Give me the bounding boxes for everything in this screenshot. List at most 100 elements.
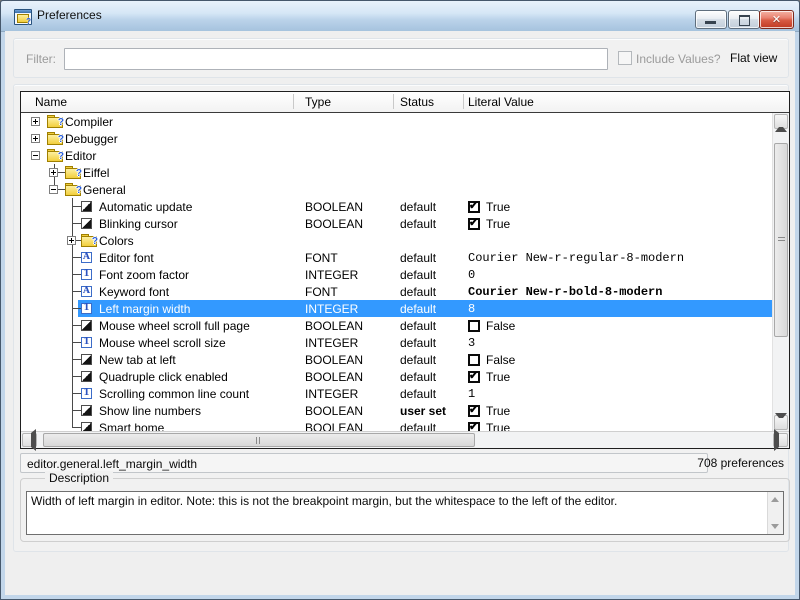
preference-type: BOOLEAN	[305, 217, 363, 231]
vertical-scrollbar[interactable]	[772, 113, 789, 431]
column-divider[interactable]	[463, 94, 464, 109]
tree-connector-line	[72, 257, 81, 258]
checked-checkbox[interactable]	[468, 422, 480, 431]
checked-checkbox[interactable]	[468, 201, 480, 213]
tree-row[interactable]: Blinking cursorBOOLEANdefaultTrue	[21, 215, 772, 232]
column-divider[interactable]	[293, 94, 294, 109]
preference-name: Show line numbers	[99, 404, 201, 418]
preference-value: True	[468, 404, 510, 418]
tree-connector-line	[72, 410, 81, 411]
tree-connector-line	[72, 308, 81, 309]
tree-row[interactable]: 1Mouse wheel scroll sizeINTEGERdefault3	[21, 334, 772, 351]
tree-row[interactable]: Show line numbersBOOLEANuser setTrue	[21, 402, 772, 419]
expand-icon[interactable]	[49, 168, 58, 177]
unchecked-checkbox[interactable]	[468, 320, 480, 332]
tree-row[interactable]: Mouse wheel scroll full pageBOOLEANdefau…	[21, 317, 772, 334]
dialog-client-area: Filter: Include Values? Flat view Name T…	[5, 31, 795, 595]
boolean-pref-icon	[81, 320, 92, 331]
preference-name: Automatic update	[99, 200, 192, 214]
tree-row[interactable]: 1Font zoom factorINTEGERdefault0	[21, 266, 772, 283]
tree-row[interactable]: Smart homeBOOLEANdefaultTrue	[21, 419, 772, 431]
minimize-button[interactable]	[695, 10, 727, 29]
tree-connector-line	[72, 342, 81, 343]
preference-name: General	[83, 183, 126, 197]
tree-row[interactable]: ?Editor	[21, 147, 772, 164]
tree-header: Name Type Status Literal Value	[21, 92, 789, 113]
filter-label: Filter:	[26, 52, 56, 66]
column-header-name[interactable]: Name	[35, 95, 67, 109]
preference-name: Editor	[65, 149, 96, 163]
preference-name: Blinking cursor	[99, 217, 178, 231]
tree-connector-line	[72, 427, 81, 428]
column-header-type[interactable]: Type	[305, 95, 331, 109]
description-area[interactable]: Width of left margin in editor. Note: th…	[26, 491, 784, 535]
title-bar[interactable]: ? Preferences ✕	[1, 1, 799, 32]
question-mark-icon: ?	[92, 236, 98, 247]
scroll-down-button[interactable]	[774, 415, 788, 430]
tree-row[interactable]: ?Compiler	[21, 113, 772, 130]
horizontal-scrollbar-thumb[interactable]	[43, 433, 475, 447]
preference-value: 8	[468, 302, 475, 316]
main-panel: Name Type Status Literal Value ?Compiler…	[13, 84, 789, 552]
unchecked-checkbox[interactable]	[468, 354, 480, 366]
tree-row[interactable]: New tab at leftBOOLEANdefaultFalse	[21, 351, 772, 368]
expand-icon[interactable]	[31, 117, 40, 126]
folder-icon: ?	[65, 166, 81, 179]
description-scrollbar[interactable]	[767, 492, 783, 534]
integer-pref-icon: 1	[81, 337, 92, 348]
preference-type: BOOLEAN	[305, 200, 363, 214]
column-header-literal[interactable]: Literal Value	[468, 95, 534, 109]
arrow-up-icon	[775, 113, 787, 132]
tree-connector-line	[72, 393, 81, 394]
include-values-checkbox[interactable]	[618, 51, 632, 65]
maximize-icon	[739, 15, 750, 26]
tree-row[interactable]: Quadruple click enabledBOOLEANdefaultTru…	[21, 368, 772, 385]
maximize-button[interactable]	[728, 10, 760, 29]
expand-icon[interactable]	[67, 236, 76, 245]
tree-row[interactable]: 1Scrolling common line countINTEGERdefau…	[21, 385, 772, 402]
selected-preference-path-box: editor.general.left_margin_width	[20, 453, 708, 473]
tree-connector-line	[72, 223, 81, 224]
scroll-right-button[interactable]	[773, 433, 788, 447]
tree-row[interactable]: AEditor fontFONTdefaultCourier New-r-reg…	[21, 249, 772, 266]
collapse-icon[interactable]	[49, 185, 58, 194]
expand-icon[interactable]	[31, 134, 40, 143]
preference-type: BOOLEAN	[305, 404, 363, 418]
preference-type: INTEGER	[305, 387, 358, 401]
tree-row[interactable]: ?General	[21, 181, 772, 198]
tree-row[interactable]: ?Debugger	[21, 130, 772, 147]
tree-row[interactable]: Automatic updateBOOLEANdefaultTrue	[21, 198, 772, 215]
collapse-icon[interactable]	[31, 151, 40, 160]
scroll-left-button[interactable]	[22, 433, 37, 447]
tree-row[interactable]: ?Eiffel	[21, 164, 772, 181]
tree-connector-line	[72, 291, 81, 292]
boolean-pref-icon	[81, 201, 92, 212]
checked-checkbox[interactable]	[468, 218, 480, 230]
thumb-grip-icon	[778, 237, 785, 243]
column-divider[interactable]	[393, 94, 394, 109]
checked-checkbox[interactable]	[468, 405, 480, 417]
flat-view-toggle[interactable]: Flat view	[730, 51, 777, 65]
tree-row[interactable]: 1Left margin widthINTEGERdefault8	[21, 300, 772, 317]
folder-icon: ?	[47, 149, 63, 162]
close-window-button[interactable]: ✕	[759, 10, 794, 29]
font-pref-icon: A	[81, 286, 92, 297]
filter-input[interactable]	[64, 48, 608, 70]
tree-row[interactable]: AKeyword fontFONTdefaultCourier New-r-bo…	[21, 283, 772, 300]
preference-name: Left margin width	[99, 302, 190, 316]
horizontal-scrollbar[interactable]	[21, 431, 789, 448]
arrow-up-icon	[771, 497, 779, 502]
column-header-status[interactable]: Status	[400, 95, 434, 109]
preference-status: default	[400, 353, 436, 367]
question-mark-icon: ?	[76, 168, 82, 179]
folder-icon: ?	[65, 183, 81, 196]
preference-status: default	[400, 387, 436, 401]
question-mark-icon: ?	[76, 185, 82, 196]
scroll-up-button[interactable]	[774, 114, 788, 129]
tree-row[interactable]: ?Colors	[21, 232, 772, 249]
boolean-pref-icon	[81, 422, 92, 431]
checked-checkbox[interactable]	[468, 371, 480, 383]
preference-status: default	[400, 421, 436, 431]
vertical-scrollbar-thumb[interactable]	[774, 143, 788, 337]
integer-pref-icon: 1	[81, 269, 92, 280]
